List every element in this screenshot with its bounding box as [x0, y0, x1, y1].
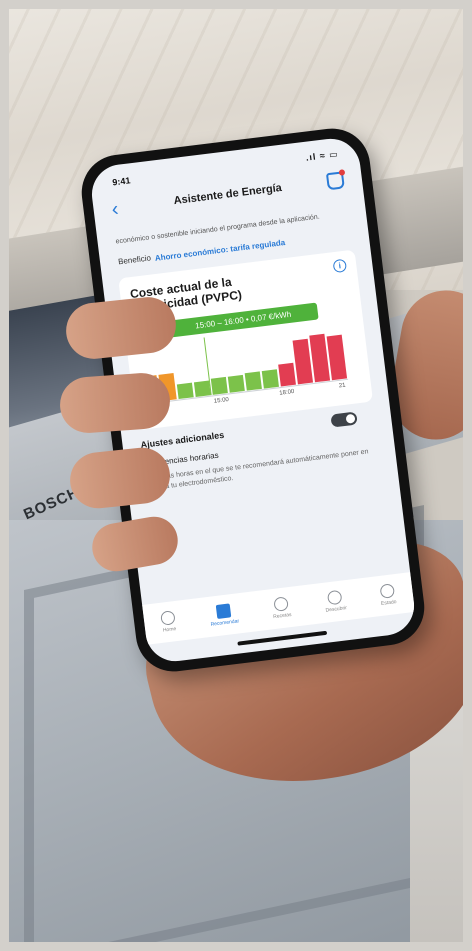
chart-bar — [309, 333, 331, 383]
tab-recetas[interactable]: Recetas — [271, 596, 292, 620]
scene: BOSCH 9:41 .ıl ≈ ▭ ‹ Asistente de Energí… — [0, 0, 472, 951]
status-icon — [379, 583, 396, 599]
benefit-label: Beneficio — [117, 253, 152, 267]
chart-tick-label: 21 — [338, 382, 346, 390]
compass-icon — [326, 589, 343, 606]
chart-bar — [244, 371, 262, 391]
notification-icon[interactable] — [325, 171, 345, 191]
tab-label: Home — [162, 626, 177, 634]
chart-bar — [193, 380, 211, 397]
chart-bar — [176, 382, 194, 400]
tab-recomendar[interactable]: Recomendar — [208, 602, 240, 628]
status-time: 9:41 — [111, 175, 131, 188]
finger-middle — [58, 371, 172, 435]
recipe-icon — [273, 596, 289, 612]
tab-label: Recomendar — [210, 618, 240, 628]
chart-bar — [210, 376, 228, 395]
tab-label: Descubrir — [325, 605, 348, 614]
chart-tick-label: 18:00 — [279, 388, 295, 397]
tab-estado[interactable]: Estado — [379, 583, 397, 607]
chart-bar — [326, 334, 348, 381]
chart-bar — [278, 362, 296, 387]
tab-home[interactable]: Home — [160, 610, 177, 634]
chart-bar — [261, 369, 279, 389]
info-icon[interactable]: i — [332, 258, 348, 274]
tab-label: Recetas — [272, 611, 292, 621]
home-icon — [160, 610, 176, 626]
home-indicator — [237, 630, 328, 646]
tab-descubrir[interactable]: Descubrir — [323, 589, 348, 614]
recommend-icon — [215, 603, 232, 619]
chart-bar — [227, 374, 245, 393]
tab-label: Estado — [380, 599, 397, 607]
settings-toggle[interactable] — [330, 411, 358, 428]
chart-tick-label: 15:00 — [213, 396, 230, 405]
chart-bar — [292, 338, 314, 385]
